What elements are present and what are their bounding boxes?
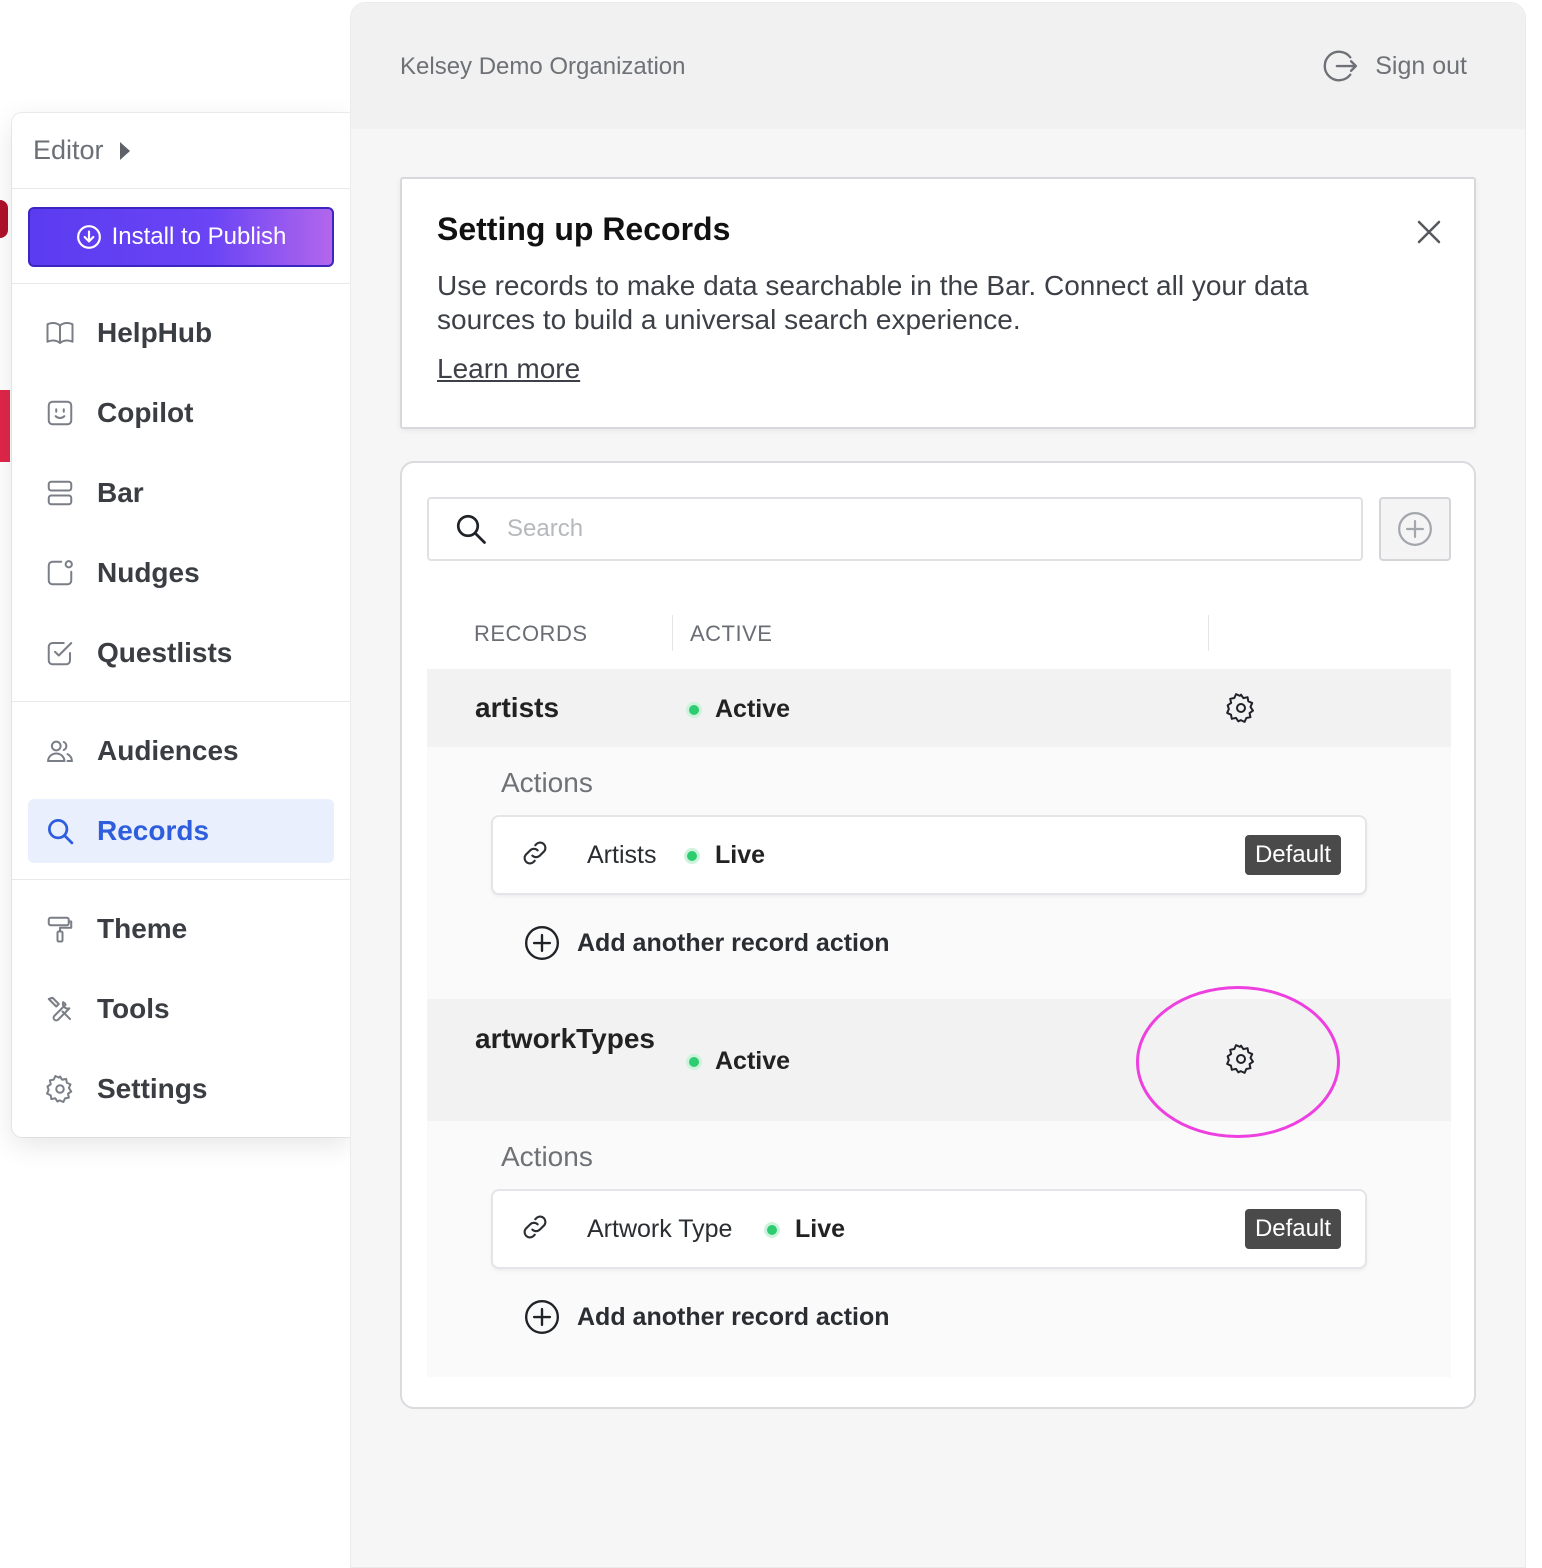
- info-body: Use records to make data searchable in t…: [437, 270, 1309, 335]
- add-record-action-button[interactable]: Add another record action: [523, 924, 890, 962]
- status-dot-icon: [689, 1056, 699, 1067]
- status-label: Live: [715, 841, 766, 869]
- bar-icon: [45, 478, 75, 508]
- record-action-card[interactable]: Artwork Type Live Default: [491, 1189, 1367, 1269]
- editor-menu-toggle[interactable]: Editor: [12, 113, 350, 189]
- plus-circle-icon: [524, 925, 560, 961]
- background-tab-fragment: [0, 390, 10, 462]
- status-dot-icon: [687, 850, 697, 861]
- search-input[interactable]: [507, 515, 1327, 543]
- sidebar-item-label: Audiences: [97, 735, 239, 766]
- sidebar-item-bar[interactable]: Bar: [28, 461, 334, 525]
- install-to-publish-button[interactable]: Install to Publish: [28, 207, 334, 267]
- search-icon: [456, 514, 486, 544]
- status-label: Active: [715, 1047, 791, 1075]
- add-record-action-button[interactable]: Add another record action: [523, 1298, 890, 1336]
- book-icon: [45, 318, 75, 348]
- top-bar: Kelsey Demo Organization Sign out: [351, 3, 1525, 129]
- sidebar-item-tools[interactable]: Tools: [28, 977, 334, 1041]
- sidebar-item-label: Tools: [97, 993, 170, 1024]
- sign-out-icon: [1323, 50, 1358, 82]
- paint-roller-icon: [45, 914, 75, 944]
- main-panel: Kelsey Demo Organization Sign out Settin…: [350, 2, 1526, 1568]
- sidebar-item-copilot[interactable]: Copilot: [28, 381, 334, 445]
- sidebar-divider: [12, 879, 350, 880]
- column-header-records: RECORDS: [474, 621, 588, 646]
- sign-out-button[interactable]: Sign out: [1321, 47, 1467, 85]
- sidebar-item-audiences[interactable]: Audiences: [28, 719, 334, 783]
- sidebar-item-records[interactable]: Records: [28, 799, 334, 863]
- nudge-icon: [45, 558, 75, 588]
- default-badge: Default: [1244, 835, 1341, 875]
- column-header-active: ACTIVE: [690, 621, 773, 646]
- sidebar-item-theme[interactable]: Theme: [28, 897, 334, 961]
- status-dot-icon: [767, 1224, 777, 1235]
- record-name: artists: [475, 692, 560, 723]
- sidebar-item-settings[interactable]: Settings: [28, 1057, 334, 1121]
- status-label: Live: [795, 1215, 846, 1243]
- sidebar-item-label: Records: [97, 815, 210, 846]
- status-dot-icon: [689, 704, 699, 715]
- add-record-button[interactable]: [1379, 497, 1451, 561]
- plus-circle-icon: [1398, 512, 1432, 546]
- editor-label: Editor: [33, 135, 104, 165]
- sidebar-item-label: Questlists: [97, 637, 233, 668]
- sign-out-label: Sign out: [1375, 51, 1467, 80]
- gear-icon[interactable]: [1225, 1043, 1257, 1075]
- sidebar-item-label: Bar: [97, 477, 144, 508]
- records-panel: RECORDS ACTIVE artists Active Actions Ar…: [400, 461, 1476, 1409]
- action-name: Artists: [587, 841, 657, 869]
- actions-label: Actions: [501, 767, 593, 798]
- copilot-icon: [45, 398, 75, 428]
- action-name: Artwork Type: [587, 1215, 733, 1243]
- add-action-label: Add another record action: [577, 928, 890, 957]
- info-title: Setting up Records: [437, 211, 731, 247]
- sidebar-item-label: Copilot: [97, 397, 194, 428]
- action-status: Live: [767, 1215, 845, 1244]
- sidebar-item-label: Settings: [97, 1073, 208, 1104]
- record-row[interactable]: artworkTypes Active: [427, 999, 1451, 1121]
- gear-icon[interactable]: [1225, 692, 1257, 724]
- gear-icon: [45, 1074, 75, 1104]
- record-name: artworkTypes: [475, 1023, 655, 1054]
- sidebar-item-helphub[interactable]: HelpHub: [28, 301, 334, 365]
- actions-label: Actions: [501, 1141, 593, 1172]
- record-actions-section: Actions Artwork Type Live Default Add an…: [427, 1121, 1451, 1377]
- default-badge: Default: [1244, 1209, 1341, 1249]
- plus-circle-icon: [524, 1299, 560, 1335]
- sidebar-divider: [12, 283, 350, 284]
- status-label: Active: [715, 695, 791, 723]
- download-circle-icon: [76, 225, 101, 249]
- record-status: Active: [689, 1047, 790, 1076]
- record-status: Active: [689, 695, 790, 724]
- link-icon: [523, 1215, 547, 1239]
- record-row[interactable]: artists Active: [427, 669, 1451, 747]
- users-icon: [45, 736, 75, 766]
- organization-name: Kelsey Demo Organization: [400, 53, 686, 80]
- sidebar-item-label: HelpHub: [97, 317, 213, 348]
- action-status: Live: [687, 841, 765, 870]
- editor-sidebar: Editor Install to Publish HelpHub Copilo…: [12, 113, 350, 1137]
- search-field[interactable]: [427, 497, 1363, 561]
- setup-info-card: Setting up Records Use records to make d…: [400, 177, 1476, 429]
- install-to-publish-label: Install to Publish: [111, 223, 287, 250]
- sidebar-item-label: Nudges: [97, 557, 200, 588]
- background-badge-fragment: [0, 200, 8, 238]
- column-separator: [1208, 615, 1209, 651]
- sidebar-item-nudges[interactable]: Nudges: [28, 541, 334, 605]
- tools-icon: [45, 994, 75, 1024]
- sidebar-divider: [12, 701, 350, 702]
- caret-right-icon: [119, 141, 130, 160]
- search-icon: [45, 816, 75, 846]
- close-icon[interactable]: [1414, 217, 1444, 247]
- record-action-card[interactable]: Artists Live Default: [491, 815, 1367, 895]
- checklist-icon: [45, 638, 75, 668]
- record-actions-section: Actions Artists Live Default Add another…: [427, 747, 1451, 999]
- sidebar-item-label: Theme: [97, 913, 188, 944]
- learn-more-link[interactable]: Learn more: [437, 353, 580, 385]
- column-separator: [672, 615, 673, 651]
- sidebar-item-questlists[interactable]: Questlists: [28, 621, 334, 685]
- add-action-label: Add another record action: [577, 1302, 890, 1331]
- link-icon: [523, 841, 547, 865]
